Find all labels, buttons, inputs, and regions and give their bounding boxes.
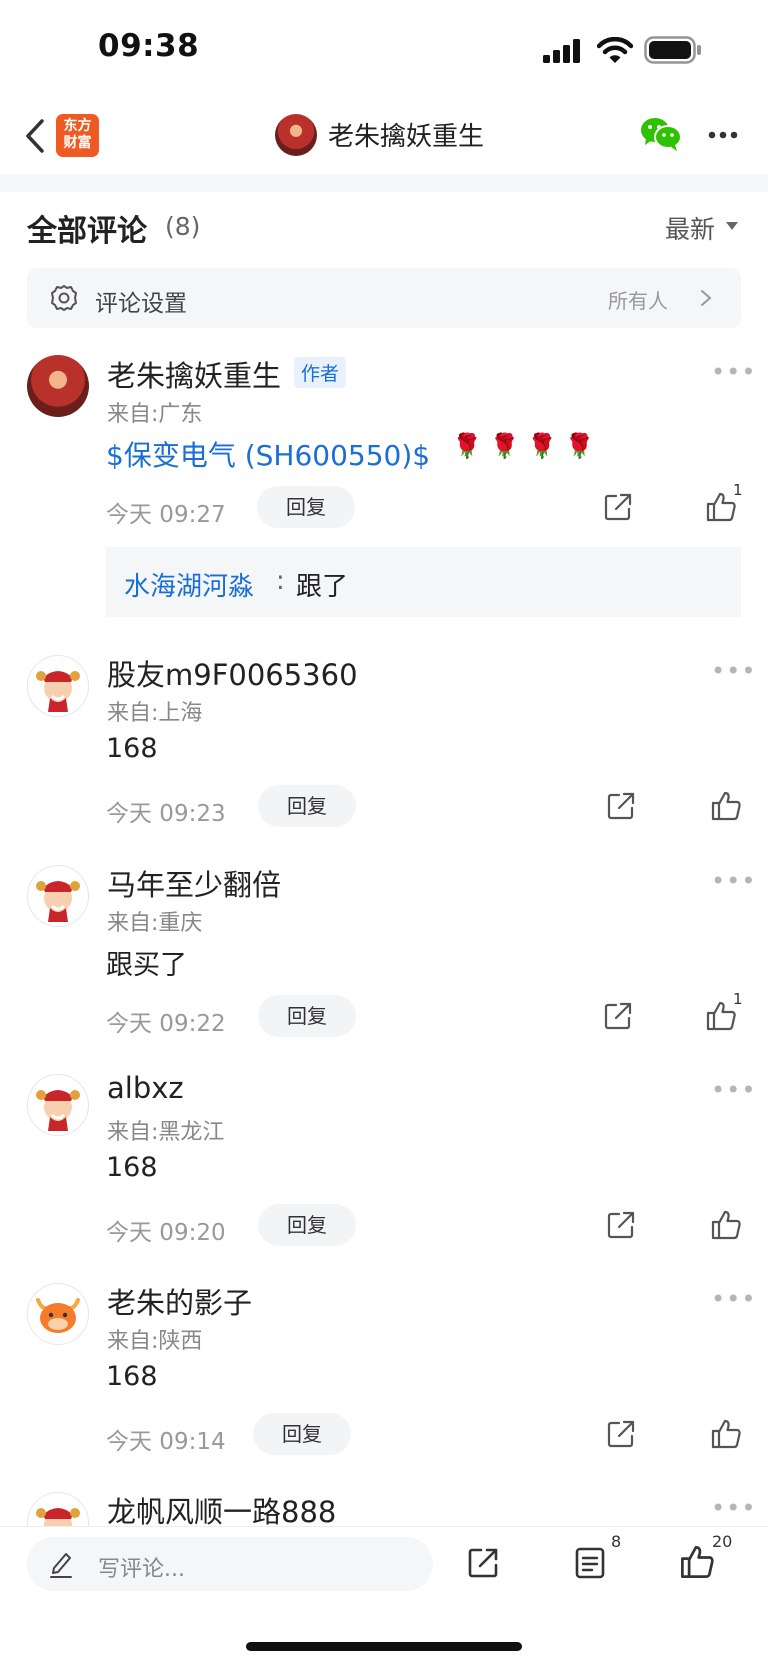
sub-reply-text: 跟了	[296, 572, 349, 602]
comment-text: 168	[106, 733, 158, 764]
comment-author-name[interactable]: 老朱擒妖重生	[107, 353, 281, 395]
comment-count-badge: 8	[611, 1532, 622, 1551]
back-arrow-icon[interactable]	[24, 118, 46, 154]
ox-avatar-icon	[36, 1298, 80, 1333]
reply-button[interactable]: 回复	[257, 486, 355, 528]
avatar[interactable]	[27, 1074, 89, 1136]
share-icon[interactable]	[606, 1210, 636, 1240]
logo-text-line2: 财富	[63, 135, 92, 151]
status-time: 09:38	[98, 28, 200, 64]
sub-reply-colon: :	[276, 566, 285, 596]
header-avatar[interactable]	[275, 114, 317, 156]
settings-label: 评论设置	[95, 291, 187, 317]
comment-author-name[interactable]: 股友m9F0065360	[107, 652, 358, 694]
avatar[interactable]	[27, 655, 89, 717]
app-logo[interactable]: 东方 财富	[56, 114, 99, 157]
wechat-icon[interactable]	[640, 116, 682, 152]
caret-down-icon[interactable]	[725, 221, 739, 231]
thumbs-up-icon[interactable]	[710, 790, 742, 822]
thumbs-up-icon[interactable]	[710, 1209, 742, 1241]
author-tag: 作者	[294, 357, 347, 388]
comment-text: 168	[106, 1361, 158, 1392]
share-icon[interactable]	[606, 791, 636, 821]
settings-value: 所有人	[608, 289, 668, 313]
share-icon[interactable]	[603, 492, 633, 522]
comment-location: 来自:黑龙江	[107, 1120, 225, 1145]
comment-more-icon[interactable]: •••	[711, 358, 756, 386]
signal-icon	[543, 39, 580, 63]
share-icon[interactable]	[466, 1546, 500, 1580]
comment-more-icon[interactable]: •••	[711, 1494, 756, 1522]
comment-location: 来自:重庆	[107, 911, 203, 936]
comment-location: 来自:广东	[107, 402, 203, 427]
comment-more-icon[interactable]: •••	[711, 867, 756, 895]
like-count: 1	[733, 990, 743, 1008]
share-icon[interactable]	[603, 1001, 633, 1031]
comment-author-name[interactable]: 龙帆风顺一路888	[107, 1489, 336, 1531]
comment-more-icon[interactable]: •••	[711, 657, 756, 685]
comment-author-name[interactable]: 马年至少翻倍	[107, 862, 281, 904]
fortune-god-avatar-icon	[36, 1090, 80, 1131]
comment-time: 今天 09:22	[106, 1011, 226, 1037]
avatar[interactable]	[27, 1283, 89, 1345]
header-divider	[0, 174, 768, 192]
stock-link[interactable]: $保变电气 (SH600550)$	[106, 434, 430, 474]
fortune-god-avatar-icon	[36, 881, 80, 922]
comment-author-name[interactable]: albxz	[107, 1071, 184, 1105]
comment-author-name[interactable]: 老朱的影子	[107, 1280, 252, 1322]
reply-button[interactable]: 回复	[258, 995, 356, 1037]
comment-list-icon[interactable]	[574, 1546, 606, 1580]
comment-location: 来自:陕西	[107, 1329, 203, 1354]
thumbs-up-icon[interactable]	[679, 1544, 715, 1580]
avatar[interactable]	[27, 355, 89, 417]
comment-time: 今天 09:14	[106, 1429, 226, 1455]
write-comment-placeholder: 写评论...	[98, 1557, 185, 1582]
more-icon[interactable]	[708, 131, 738, 139]
gear-icon	[51, 285, 77, 311]
reply-button[interactable]: 回复	[253, 1413, 351, 1455]
like-count-badge: 20	[712, 1532, 733, 1551]
home-indicator	[246, 1642, 522, 1651]
share-icon[interactable]	[606, 1419, 636, 1449]
comment-text: 168	[106, 1152, 158, 1183]
like-count: 1	[733, 481, 743, 499]
wifi-icon	[597, 37, 633, 63]
page-title: 老朱擒妖重生	[328, 122, 485, 152]
reply-button[interactable]: 回复	[258, 785, 356, 827]
sub-reply-user[interactable]: 水海湖河淼	[124, 566, 254, 603]
section-title: 全部评论	[27, 214, 147, 249]
logo-text-line1: 东方	[63, 118, 92, 134]
comment-time: 今天 09:20	[106, 1220, 226, 1246]
comment-time: 今天 09:27	[106, 502, 226, 528]
comment-more-icon[interactable]: •••	[711, 1076, 756, 1104]
fortune-god-avatar-icon	[36, 671, 80, 712]
write-comment-input[interactable]	[27, 1537, 433, 1591]
rose-emojis: 🌹 🌹 🌹 🌹	[452, 432, 595, 460]
battery-icon	[644, 36, 701, 64]
comment-count: (8)	[165, 212, 201, 241]
thumbs-up-icon[interactable]	[710, 1418, 742, 1450]
comment-location: 来自:上海	[107, 701, 203, 726]
chevron-right-icon	[701, 290, 712, 306]
avatar[interactable]	[27, 865, 89, 927]
pencil-icon	[50, 1553, 72, 1578]
reply-button[interactable]: 回复	[258, 1204, 356, 1246]
comment-text: 跟买了	[106, 950, 187, 981]
comment-more-icon[interactable]: •••	[711, 1285, 756, 1313]
sort-dropdown[interactable]: 最新	[665, 210, 715, 246]
comment-time: 今天 09:23	[106, 801, 226, 827]
